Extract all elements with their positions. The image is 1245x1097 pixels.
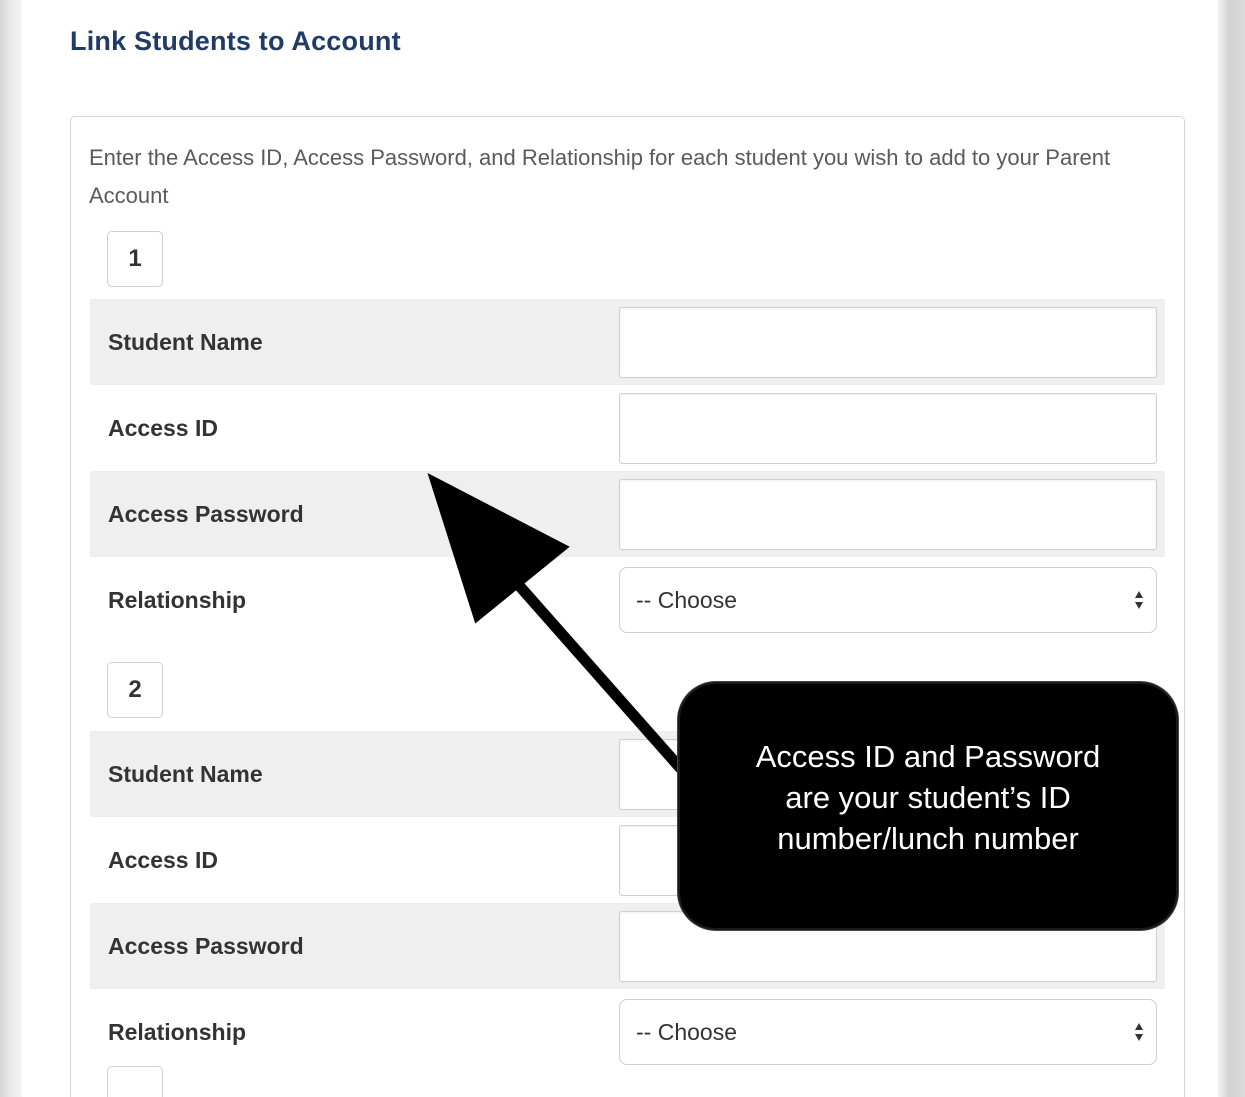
access-id-label: Access ID: [108, 847, 218, 873]
window-frame-left: [0, 0, 22, 1097]
student-1-access-id-row: Access ID: [90, 385, 1165, 471]
callout-box: Access ID and Password are your student’…: [678, 682, 1178, 930]
instructions-text: Enter the Access ID, Access Password, an…: [89, 145, 1111, 208]
student-1-access-id-input[interactable]: [619, 393, 1157, 464]
student-2-relationship-row: Relationship -- Choose: [90, 989, 1165, 1075]
student-1-number-badge: 1: [107, 231, 163, 287]
student-1-name-row: Student Name: [90, 299, 1165, 385]
student-1-relationship-row: Relationship -- Choose: [90, 557, 1165, 643]
up-down-chevron-icon: [1135, 591, 1143, 609]
callout-text: Access ID and Password are your student’…: [755, 739, 1101, 856]
access-password-label: Access Password: [108, 933, 304, 959]
student-name-label: Student Name: [108, 761, 263, 787]
student-2-number-badge: 2: [107, 662, 163, 718]
relationship-label: Relationship: [108, 1019, 247, 1045]
student-name-label: Student Name: [108, 329, 263, 355]
student-1-relationship-select[interactable]: -- Choose: [619, 567, 1157, 633]
student-3-number-badge: [107, 1066, 163, 1097]
screen: Link Students to Account Enter the Acces…: [0, 0, 1245, 1097]
window-frame-right: [1218, 0, 1245, 1097]
student-2-relationship-select[interactable]: -- Choose: [619, 999, 1157, 1065]
up-down-chevron-icon: [1135, 1023, 1143, 1041]
student-1-access-password-row: Access Password: [90, 471, 1165, 557]
student-1-name-input[interactable]: [619, 307, 1157, 378]
page-title: Link Students to Account: [70, 26, 401, 56]
access-id-label: Access ID: [108, 415, 218, 441]
select-value: -- Choose: [636, 587, 737, 613]
student-1-access-password-input[interactable]: [619, 479, 1157, 550]
select-value: -- Choose: [636, 1019, 737, 1045]
access-password-label: Access Password: [108, 501, 304, 527]
relationship-label: Relationship: [108, 587, 247, 613]
